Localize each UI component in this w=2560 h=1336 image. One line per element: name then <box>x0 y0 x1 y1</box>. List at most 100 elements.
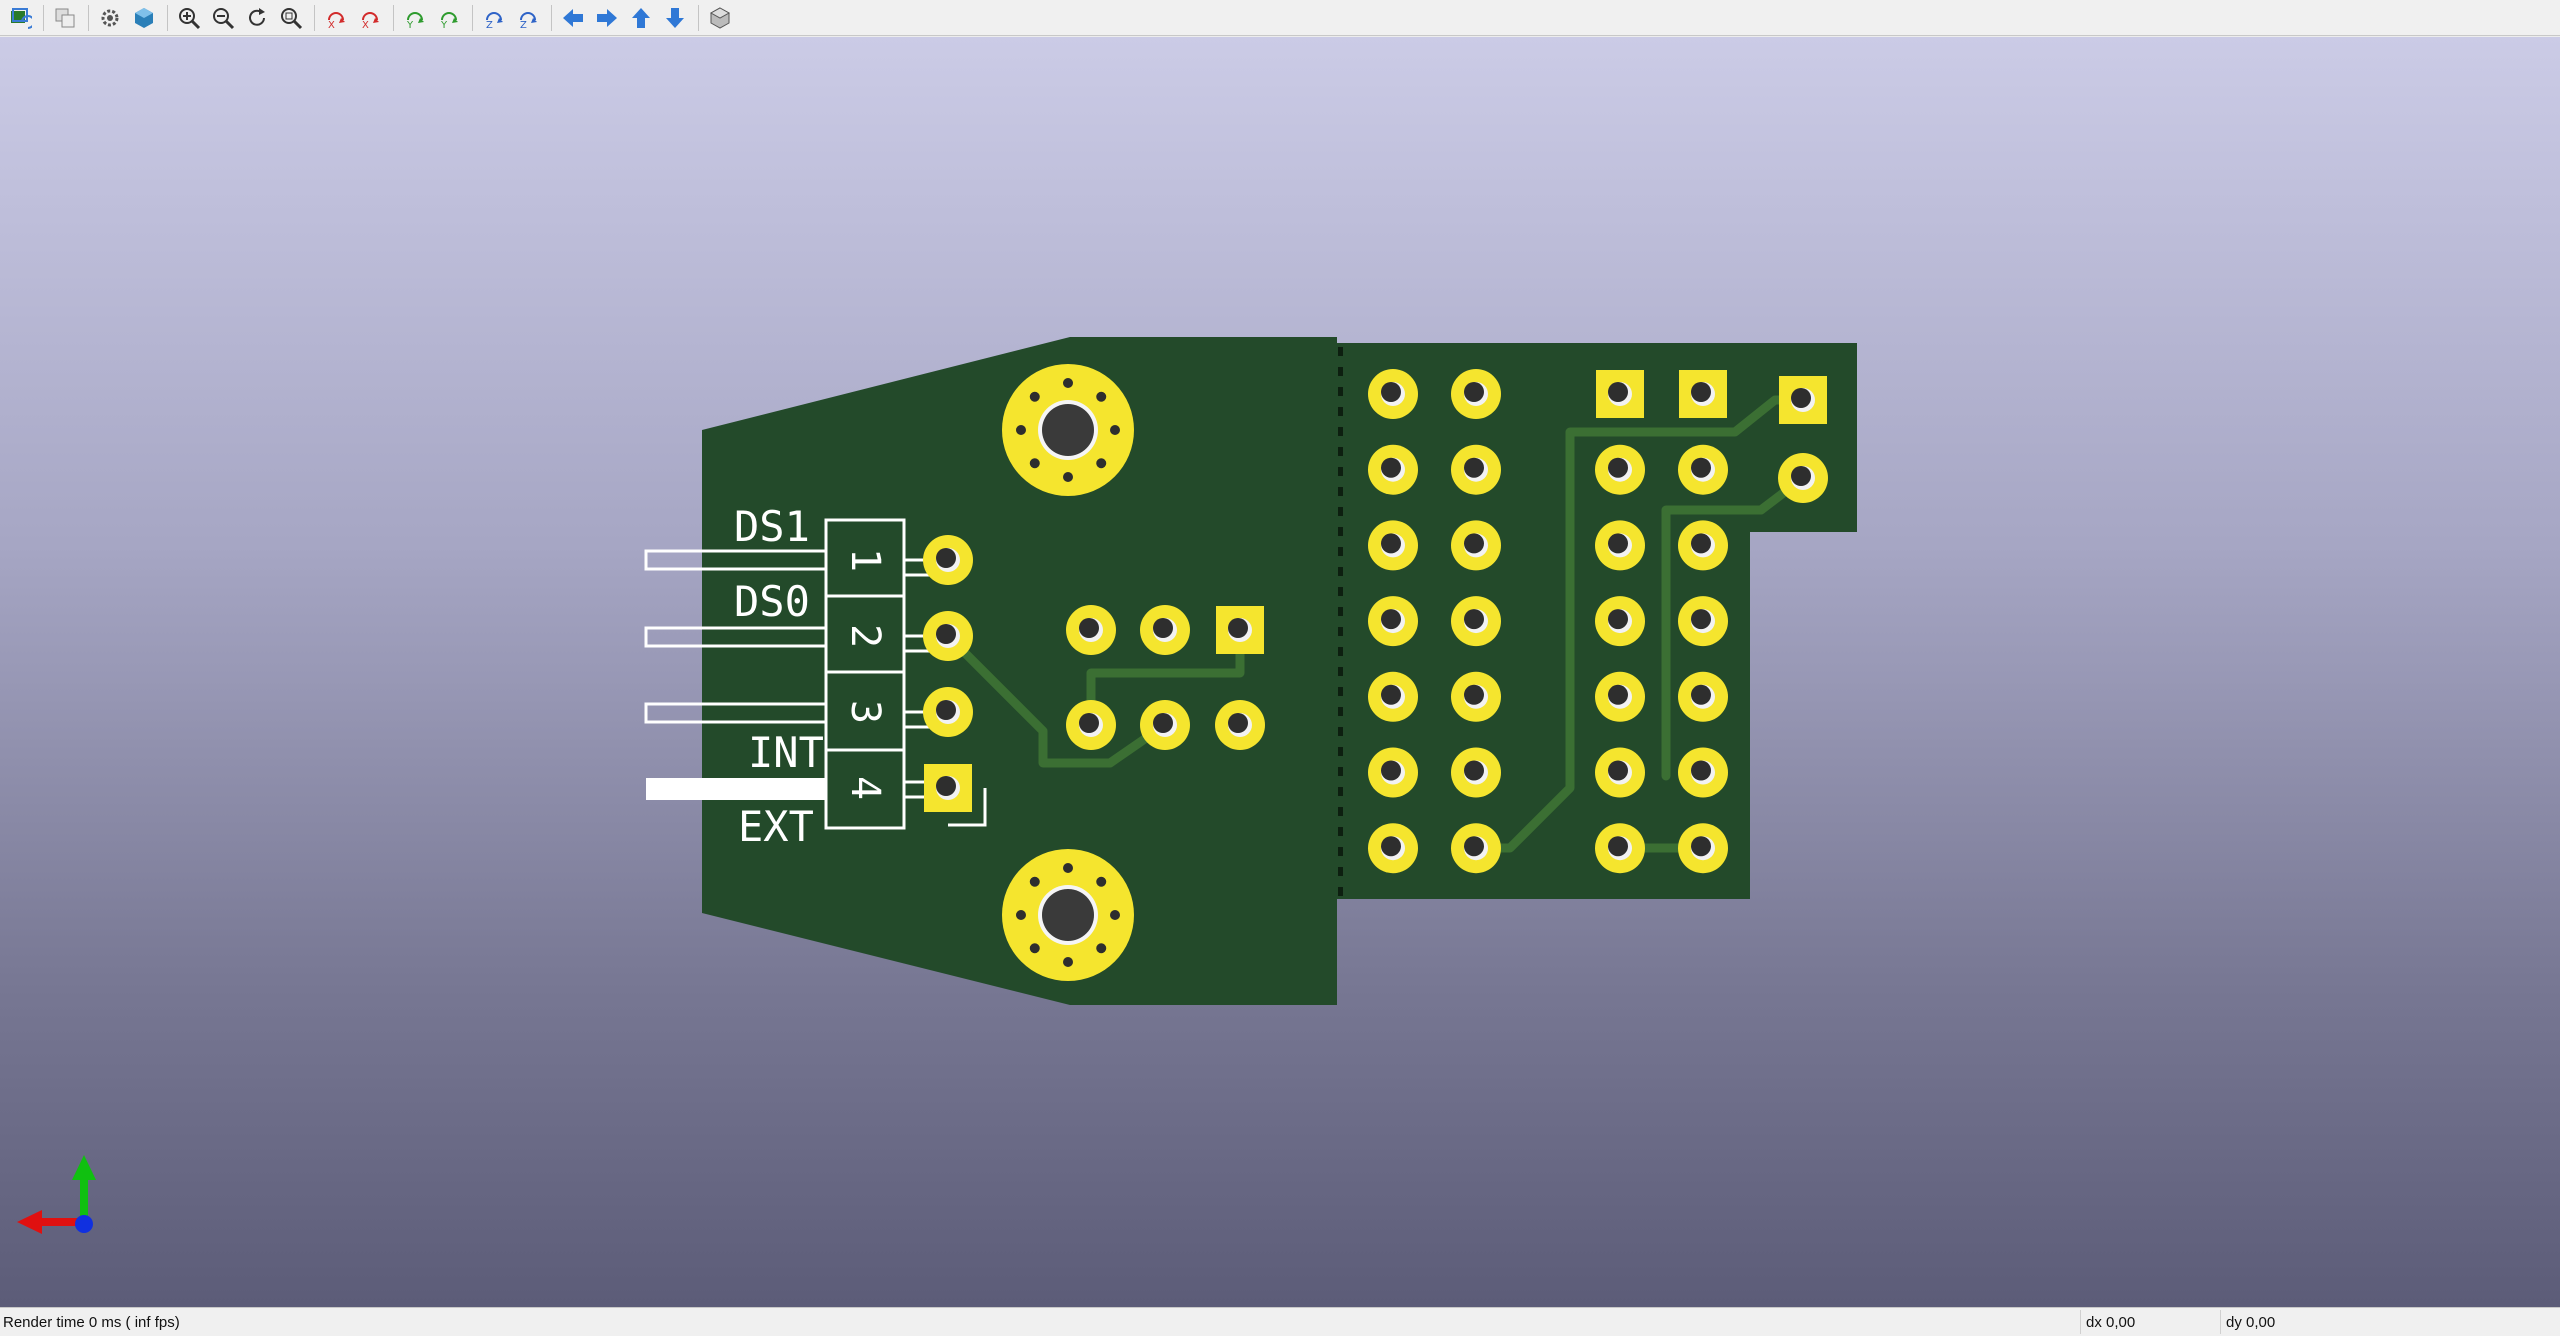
zoom-in-button[interactable] <box>173 2 205 34</box>
round-pad <box>1368 747 1418 798</box>
main-toolbar: XXYYZZ <box>0 0 2560 36</box>
round-pad <box>1215 700 1265 750</box>
edge-dash <box>1338 827 1343 836</box>
edge-dash <box>1338 627 1343 636</box>
round-pad <box>1451 596 1501 647</box>
rotate-x-cw-button[interactable]: X <box>320 2 352 34</box>
via-hole <box>1110 910 1120 920</box>
move-down-button[interactable] <box>659 2 691 34</box>
square-pad <box>924 764 972 812</box>
copy-image-button[interactable] <box>49 2 81 34</box>
toolbar-separator <box>393 4 394 31</box>
zoom-out-icon <box>213 7 235 29</box>
rotate-x-cw-icon: X <box>328 11 345 30</box>
round-pad <box>1451 823 1501 874</box>
dy-readout: dy 0,00 <box>2226 1314 2276 1331</box>
redraw-button[interactable] <box>241 2 273 34</box>
edge-dash <box>1338 887 1343 896</box>
svg-text:X: X <box>328 20 335 30</box>
3d-viewport[interactable]: DS1 DS0 INT EXT 1 2 3 4 <box>0 37 2560 1307</box>
svg-text:X: X <box>362 20 369 30</box>
round-pad <box>1595 823 1645 874</box>
orthographic-button[interactable] <box>704 2 736 34</box>
edge-dash <box>1338 687 1343 696</box>
rotate-z-cw-button[interactable]: Z <box>478 2 510 34</box>
reload-board-button[interactable] <box>4 2 36 34</box>
edge-dash <box>1338 787 1343 796</box>
square-pad <box>1216 606 1264 654</box>
edge-dash <box>1338 567 1343 576</box>
rotate-y-ccw-button[interactable]: Y <box>433 2 465 34</box>
svg-text:Y: Y <box>406 20 414 30</box>
edge-dash <box>1338 367 1343 376</box>
raytracing-cube-button[interactable] <box>128 2 160 34</box>
toolbar-separator <box>698 4 699 31</box>
rotate-z-cw-icon: Z <box>486 11 503 30</box>
toolbar-separator <box>314 4 315 31</box>
round-pad <box>1451 520 1501 571</box>
edge-dash <box>1338 667 1343 676</box>
dx-readout: dx 0,00 <box>2086 1314 2136 1331</box>
move-right-icon <box>597 8 617 27</box>
label-ds0: DS0 <box>734 577 810 626</box>
round-pad <box>1066 700 1116 750</box>
toolbar-separator <box>167 4 168 31</box>
toolbar-separator <box>551 4 552 31</box>
reload-board-icon <box>11 7 32 29</box>
edge-dash <box>1338 467 1343 476</box>
move-left-button[interactable] <box>557 2 589 34</box>
via-hole <box>1096 876 1107 887</box>
move-right-button[interactable] <box>591 2 623 34</box>
toolbar-separator <box>88 4 89 31</box>
round-pad <box>1678 520 1728 571</box>
edge-dash <box>1338 847 1343 856</box>
via-hole <box>1016 425 1026 435</box>
rotate-x-ccw-button[interactable]: X <box>354 2 386 34</box>
svg-text:Y: Y <box>440 20 448 30</box>
edge-dash <box>1338 707 1343 716</box>
edge-dash <box>1338 527 1343 536</box>
via-hole <box>1029 391 1040 402</box>
via-hole <box>1016 910 1026 920</box>
round-pad <box>1368 369 1418 419</box>
zoom-out-button[interactable] <box>207 2 239 34</box>
edge-dash <box>1338 447 1343 456</box>
toolbar-separator <box>43 4 44 31</box>
rotate-y-cw-button[interactable]: Y <box>399 2 431 34</box>
rotate-z-ccw-button[interactable]: Z <box>512 2 544 34</box>
via-hole <box>1096 943 1107 954</box>
toolbar-separator <box>472 4 473 31</box>
via-hole <box>1029 876 1040 887</box>
settings-gear-button[interactable] <box>94 2 126 34</box>
edge-dash <box>1338 587 1343 596</box>
pcb-3d-scene[interactable]: DS1 DS0 INT EXT 1 2 3 4 <box>0 37 2560 1307</box>
via-hole <box>1029 458 1040 469</box>
round-pad <box>1066 605 1116 655</box>
square-pad <box>1779 376 1827 424</box>
mounting-hole-top <box>1002 364 1134 496</box>
zoom-in-icon <box>179 7 201 29</box>
connector-pin4-body <box>646 778 826 800</box>
rotate-x-ccw-icon: X <box>362 11 379 30</box>
via-hole <box>1063 378 1073 388</box>
round-pad <box>1140 605 1190 655</box>
mounting-hole-bottom <box>1002 849 1134 981</box>
round-pad <box>1368 823 1418 874</box>
edge-dash <box>1338 747 1343 756</box>
svg-text:Z: Z <box>486 20 493 30</box>
pin-number-label: 4 <box>842 776 888 800</box>
round-pad <box>1140 700 1190 750</box>
edge-dash <box>1338 727 1343 736</box>
move-up-button[interactable] <box>625 2 657 34</box>
via-hole <box>1029 943 1040 954</box>
status-bar: Render time 0 ms ( inf fps) dx 0,00 dy 0… <box>0 1307 2560 1336</box>
via-hole <box>1063 957 1073 967</box>
rotate-z-ccw-icon: Z <box>520 11 537 30</box>
rotate-y-ccw-icon: Y <box>440 11 458 30</box>
round-pad <box>923 687 973 737</box>
via-hole <box>1063 863 1073 873</box>
zoom-fit-button[interactable] <box>275 2 307 34</box>
square-pad <box>1679 370 1727 418</box>
raytracing-cube-icon <box>135 7 153 28</box>
redraw-icon <box>249 7 265 26</box>
